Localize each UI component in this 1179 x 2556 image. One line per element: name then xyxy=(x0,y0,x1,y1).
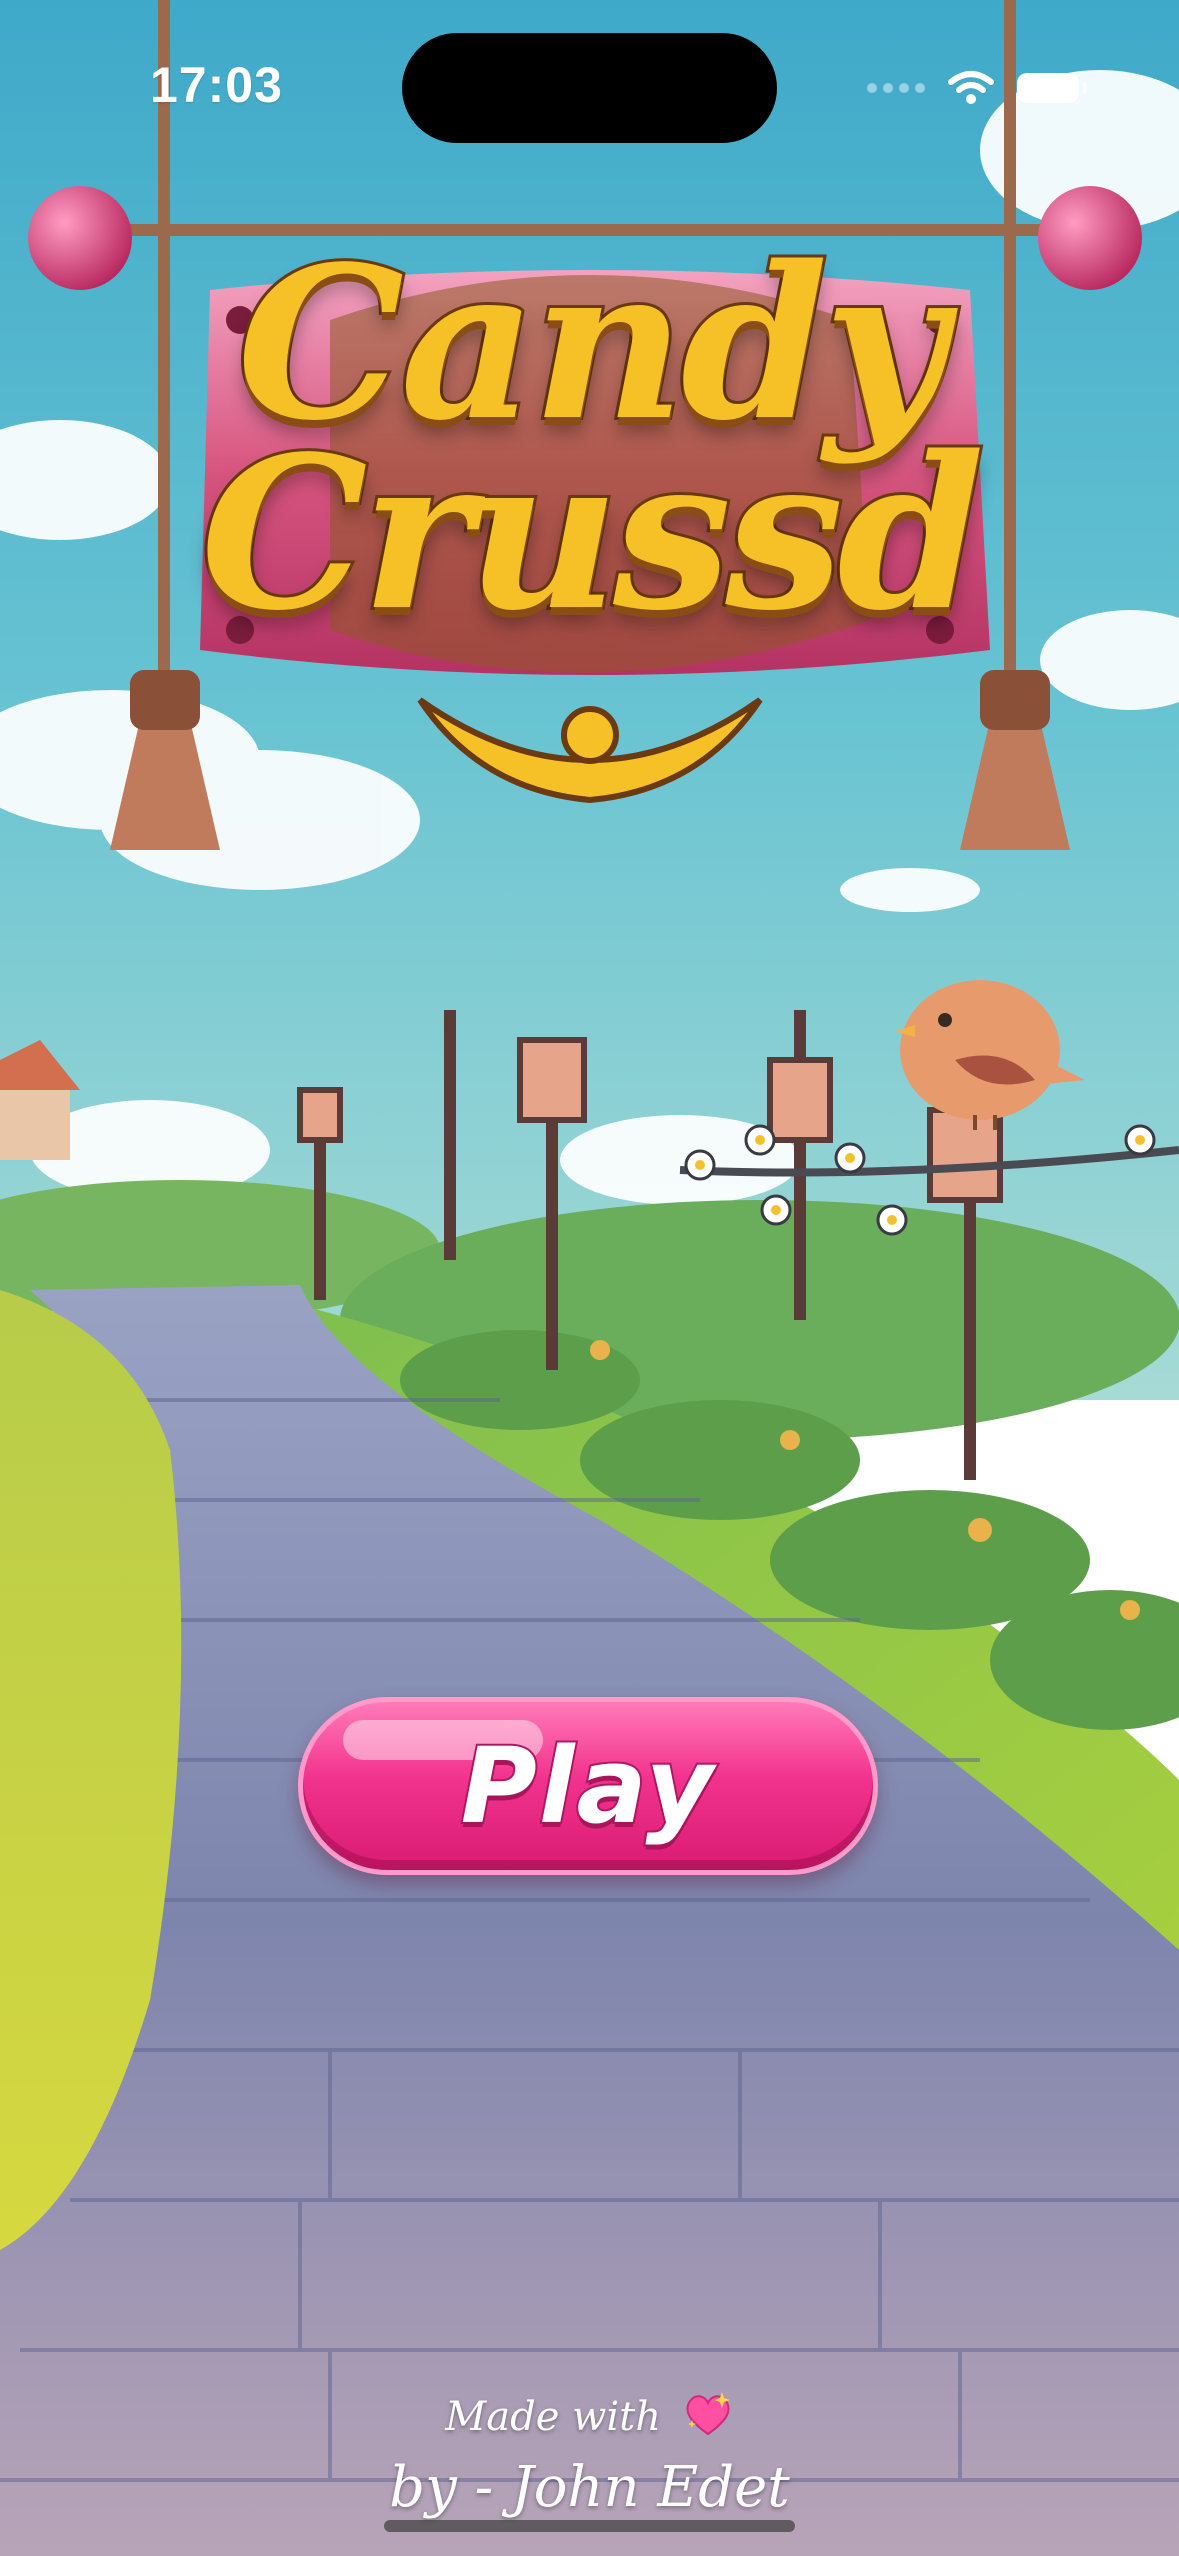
battery-icon xyxy=(1017,73,1087,103)
play-button[interactable]: Play xyxy=(298,1697,878,1875)
made-with-text: Made with xyxy=(445,2394,661,2440)
cellular-signal-icon xyxy=(867,83,925,93)
wifi-icon xyxy=(948,71,994,104)
bird-icon xyxy=(895,980,1085,1130)
made-with-credit: Made with xyxy=(0,2390,1179,2440)
status-time: 17:03 xyxy=(150,57,283,113)
home-indicator[interactable] xyxy=(384,2520,795,2532)
dynamic-island xyxy=(402,33,777,143)
play-button-label: Play xyxy=(459,1723,716,1849)
logo-line-2: Crussd xyxy=(198,407,988,660)
sparkling-heart-icon xyxy=(686,2392,730,2436)
status-indicators xyxy=(867,70,1087,106)
author-credit: by - John Edet xyxy=(389,2455,790,2520)
game-start-screen: Candy Crussd 17:03 Play Made with by - J… xyxy=(0,0,1179,2556)
